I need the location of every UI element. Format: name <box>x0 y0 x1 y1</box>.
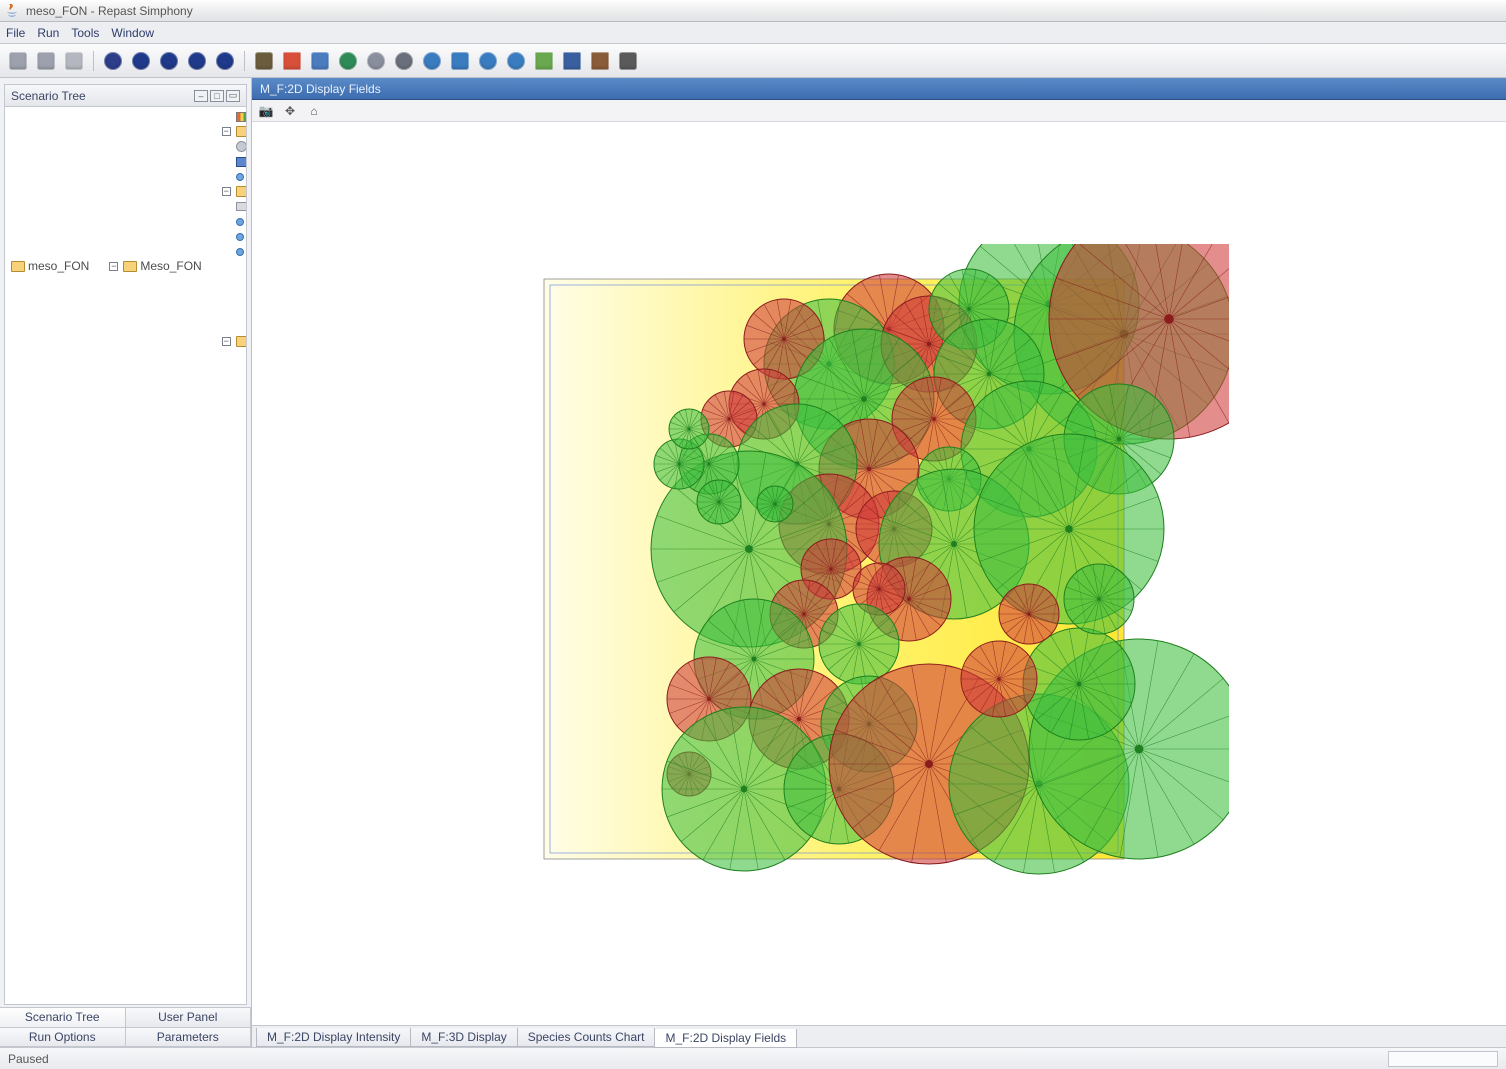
tree-item[interactable]: Displays <box>220 154 246 169</box>
app-window: meso_FON - Repast Simphony File Run Tools W… <box>0 0 1506 1069</box>
disp-icon <box>236 157 246 167</box>
globe-icon[interactable] <box>420 49 444 73</box>
agent-circle <box>757 486 793 522</box>
bullet-icon <box>236 173 244 181</box>
view-title: M_F:2D Display Fields <box>260 82 381 96</box>
layout-icon[interactable] <box>588 49 612 73</box>
tree-item[interactable]: Charts <box>220 109 246 124</box>
tree-item[interactable]: Outputters <box>220 199 246 214</box>
agent-circle <box>669 409 709 449</box>
world-edit-icon[interactable] <box>476 49 500 73</box>
folder-icon <box>236 126 246 137</box>
menubar: File Run Tools Window <box>0 22 1506 44</box>
bullet-icon <box>236 248 244 256</box>
tree-item[interactable]: Miscellaneous Actions <box>220 169 246 184</box>
side-tab-run-options[interactable]: Run Options <box>0 1027 126 1048</box>
statusbar: Paused <box>0 1047 1506 1069</box>
side-tab-user-panel[interactable]: User Panel <box>125 1007 252 1028</box>
tree-item[interactable]: −meso_FONSpace <box>220 334 246 349</box>
play-icon[interactable] <box>129 49 153 73</box>
restore-icon[interactable]: ▭ <box>226 90 240 102</box>
menu-window[interactable]: Window <box>111 26 154 40</box>
bug-icon[interactable] <box>616 49 640 73</box>
tree-project[interactable]: −Meso_FON <box>107 259 203 274</box>
titlebar: meso_FON - Repast Simphony <box>0 0 1506 22</box>
side-tabs: Scenario TreeUser PanelRun OptionsParame… <box>0 1007 251 1047</box>
palette-icon[interactable] <box>280 49 304 73</box>
side-panel: Scenario Tree – □ ▭ meso_FON −Meso_FON Cha… <box>0 78 252 1047</box>
database-icon[interactable] <box>62 49 86 73</box>
main-area: M_F:2D Display Fields 📷 ✥ ⌂ M_F:2D Display… <box>252 78 1506 1047</box>
window-icon[interactable] <box>560 49 584 73</box>
agent-circle <box>1064 564 1134 634</box>
view-header: M_F:2D Display Fields <box>252 78 1506 100</box>
bullet-icon <box>236 218 244 226</box>
view-toolbar: 📷 ✥ ⌂ <box>252 100 1506 122</box>
users-icon[interactable] <box>308 49 332 73</box>
save-all-icon[interactable] <box>34 49 58 73</box>
stop-icon[interactable] <box>213 49 237 73</box>
display-canvas[interactable] <box>529 244 1229 904</box>
tree-item[interactable]: User Panel <box>220 229 246 244</box>
agent-circle <box>697 480 741 524</box>
charts-icon <box>236 112 246 122</box>
wand-icon[interactable] <box>252 49 276 73</box>
pause-icon[interactable] <box>185 49 209 73</box>
folder-icon <box>236 186 246 197</box>
maximize-icon[interactable]: □ <box>210 90 224 102</box>
disc-icon[interactable] <box>392 49 416 73</box>
java-icon <box>4 3 20 19</box>
image-icon[interactable] <box>532 49 556 73</box>
side-tab-parameters[interactable]: Parameters <box>125 1027 252 1048</box>
power-icon[interactable] <box>101 49 125 73</box>
display-canvas-wrap[interactable] <box>252 122 1506 1025</box>
tree-item[interactable]: −Model Initialization <box>220 184 246 199</box>
home-icon[interactable]: ⌂ <box>306 104 322 118</box>
agent-circle <box>999 584 1059 644</box>
bottom-tab[interactable]: M_F:2D Display Fields <box>654 1029 797 1048</box>
save-icon[interactable] <box>6 49 30 73</box>
menu-run[interactable]: Run <box>37 26 59 40</box>
tree-root[interactable]: meso_FON <box>9 259 91 274</box>
world-play-icon[interactable] <box>504 49 528 73</box>
agent-circle <box>961 641 1037 717</box>
refresh-icon[interactable] <box>336 49 360 73</box>
step-icon[interactable] <box>157 49 181 73</box>
tree-item[interactable]: −Data Loaders <box>220 124 246 139</box>
bullet-icon <box>236 233 244 241</box>
body: Scenario Tree – □ ▭ meso_FON −Meso_FON Cha… <box>0 78 1506 1047</box>
status-text: Paused <box>8 1052 49 1066</box>
folder-icon <box>236 336 246 347</box>
move-icon[interactable]: ✥ <box>282 104 298 118</box>
db-icon <box>236 141 246 152</box>
tree-item[interactable]: Data Sets <box>220 139 246 154</box>
side-panel-header: Scenario Tree – □ ▭ <box>5 85 246 107</box>
bottom-tabs: M_F:2D Display IntensityM_F:3D DisplaySp… <box>252 1025 1506 1047</box>
gear-icon[interactable] <box>364 49 388 73</box>
bottom-tab[interactable]: Species Counts Chart <box>517 1028 656 1047</box>
minimize-icon[interactable]: – <box>194 90 208 102</box>
side-tab-scenario-tree[interactable]: Scenario Tree <box>0 1007 126 1028</box>
folder-icon <box>123 261 137 272</box>
window-title: meso_FON - Repast Simphony <box>26 4 1502 18</box>
status-box <box>1388 1051 1498 1067</box>
camera-icon[interactable]: 📷 <box>258 104 274 118</box>
menu-tools[interactable]: Tools <box>71 26 99 40</box>
agent-circle <box>1023 628 1135 740</box>
search-icon[interactable] <box>448 49 472 73</box>
side-panel-title: Scenario Tree <box>11 89 86 103</box>
bottom-tab[interactable]: M_F:2D Display Intensity <box>256 1028 411 1047</box>
tree-item[interactable]: Random Streams <box>220 214 246 229</box>
bottom-tab[interactable]: M_F:3D Display <box>410 1028 517 1047</box>
tree-item[interactable]: User Specified Actions <box>220 244 246 259</box>
toolbar <box>0 44 1506 78</box>
out-icon <box>236 202 246 211</box>
scenario-tree[interactable]: meso_FON−Meso_FONCharts−Data LoadersMeso… <box>5 107 246 1004</box>
agent-circle <box>819 604 899 684</box>
menu-file[interactable]: File <box>6 26 25 40</box>
